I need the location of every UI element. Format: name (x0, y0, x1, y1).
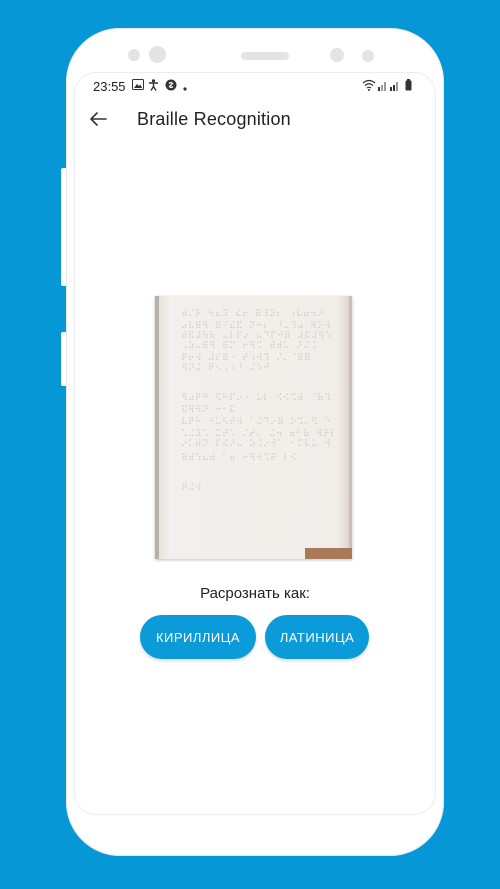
page-title: Braille Recognition (137, 109, 291, 129)
dot-icon (183, 82, 187, 94)
status-time: 23:55 (93, 79, 126, 94)
signal-icon (390, 79, 400, 94)
sensor-dot (362, 50, 374, 62)
accessibility-icon (148, 79, 159, 94)
cyrillic-button[interactable]: КИРИЛЛИЦА (140, 615, 256, 659)
signal-icon (378, 79, 388, 94)
wifi-icon (362, 79, 376, 94)
sensor-dot (128, 49, 140, 61)
image-icon (132, 79, 144, 93)
back-arrow-icon[interactable] (89, 111, 113, 133)
battery-icon (405, 79, 412, 94)
phone-screen: 23:55 Braille Recognition Расрознать как… (74, 72, 436, 815)
shazam-icon (165, 79, 177, 94)
app-bar: Braille Recognition (75, 99, 435, 145)
front-camera (149, 46, 166, 63)
status-bar: 23:55 (75, 73, 435, 99)
recognize-as-label: Расрознать как: (200, 585, 310, 602)
latin-button[interactable]: ЛАТИНИЦА (265, 615, 369, 659)
sensor-dot (330, 48, 344, 62)
braille-page-photo (155, 296, 352, 559)
earpiece-speaker (241, 52, 289, 60)
